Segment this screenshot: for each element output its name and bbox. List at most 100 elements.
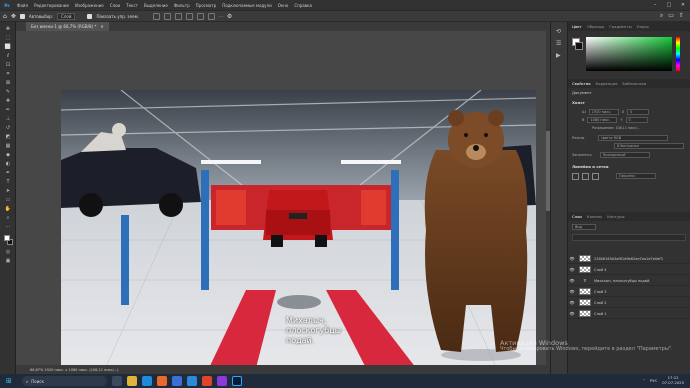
visibility-eye-icon[interactable]: 👁: [568, 267, 576, 272]
menu-plugins[interactable]: Подключаемые модули: [219, 3, 275, 8]
store-icon[interactable]: [172, 376, 182, 386]
visibility-eye-icon[interactable]: 👁: [568, 311, 576, 316]
properties-panel-icon[interactable]: ☰: [556, 40, 561, 47]
height-field[interactable]: 1080 пикс.: [587, 117, 618, 123]
tab-color[interactable]: Цвет: [572, 24, 582, 29]
brush-tool-icon[interactable]: ✏: [4, 106, 12, 113]
layer-row[interactable]: 👁 Слой 1: [568, 309, 690, 319]
clone-stamp-icon[interactable]: ⊥: [4, 115, 12, 122]
hue-slider[interactable]: [676, 37, 680, 71]
document-tab[interactable]: Без имени-1 @ 66,7% (RGB/8) * ✕: [26, 22, 109, 31]
auto-select-dropdown[interactable]: Слой: [57, 12, 76, 20]
actions-panel-icon[interactable]: ▶: [556, 52, 561, 59]
y-field[interactable]: 0: [625, 117, 648, 123]
edge-icon[interactable]: [142, 376, 152, 386]
tab-channels[interactable]: Каналы: [587, 214, 602, 219]
visibility-eye-icon[interactable]: 👁: [568, 300, 576, 305]
menu-layers[interactable]: Слои: [107, 3, 123, 8]
artboard-tool-icon[interactable]: ⬚: [4, 34, 12, 41]
menu-edit[interactable]: Редактирование: [31, 3, 72, 8]
crop-tool-icon[interactable]: ⌗: [4, 70, 12, 77]
tab-gradients[interactable]: Градиенты: [609, 24, 631, 29]
menu-type[interactable]: Текст: [123, 3, 141, 8]
move-tool-icon[interactable]: ✥: [4, 25, 12, 32]
visibility-eye-icon[interactable]: 👁: [568, 256, 576, 261]
menu-view[interactable]: Просмотр: [193, 3, 220, 8]
chevron-up-icon[interactable]: ˄: [643, 378, 645, 383]
windows-start-icon[interactable]: ⊞: [6, 377, 12, 385]
more-tools-icon[interactable]: ⋯: [4, 223, 12, 230]
layer-filter-dropdown[interactable]: Вид: [572, 224, 596, 230]
menu-help[interactable]: Справка: [291, 3, 315, 8]
align-bottom-icon[interactable]: [207, 12, 215, 20]
object-select-icon[interactable]: ⊡: [4, 61, 12, 68]
fill-dropdown[interactable]: Прозрачный: [599, 152, 650, 158]
chrome-icon[interactable]: [202, 376, 212, 386]
color-picker-field[interactable]: [586, 37, 672, 71]
mail-icon[interactable]: [187, 376, 197, 386]
history-brush-icon[interactable]: ↺: [4, 124, 12, 131]
quick-mask-icon[interactable]: ◎: [4, 248, 12, 255]
menu-image[interactable]: Изображение: [72, 3, 107, 8]
eyedropper-tool-icon[interactable]: ✎: [4, 88, 12, 95]
photoshop-taskbar-icon[interactable]: [232, 376, 242, 386]
close-icon[interactable]: ✕: [676, 0, 690, 10]
lasso-tool-icon[interactable]: ℓ: [4, 52, 12, 59]
clock[interactable]: 17:12 07.07.2025: [662, 375, 684, 385]
document-canvas[interactable]: Михалыч, плоскогубцы подай.: [61, 90, 536, 378]
workspace-icon[interactable]: ▭: [668, 12, 674, 20]
marquee-tool-icon[interactable]: ⬜: [4, 43, 12, 50]
zoom-tool-icon[interactable]: ⌕: [4, 214, 12, 221]
ruler-icon[interactable]: [572, 173, 579, 180]
shape-tool-icon[interactable]: ▭: [4, 196, 12, 203]
task-view-icon[interactable]: [112, 376, 122, 386]
show-controls-checkbox[interactable]: [87, 13, 93, 19]
align-center-icon[interactable]: [163, 12, 171, 20]
history-panel-icon[interactable]: ⟲: [556, 28, 561, 35]
menu-window[interactable]: Окно: [275, 3, 292, 8]
width-field[interactable]: 1920 пикс.: [588, 109, 619, 115]
layer-row[interactable]: 👁 Слой 2: [568, 298, 690, 308]
share-icon[interactable]: ⇧: [679, 12, 684, 20]
language-indicator[interactable]: РУС: [650, 378, 657, 383]
dodge-tool-icon[interactable]: ◐: [4, 160, 12, 167]
tab-patterns[interactable]: Узоры: [637, 24, 649, 29]
screen-mode-icon[interactable]: ▣: [4, 257, 12, 264]
search-icon[interactable]: ⌕: [660, 12, 663, 20]
pen-tool-icon[interactable]: ✒: [4, 169, 12, 176]
file-explorer-icon[interactable]: [127, 376, 137, 386]
visibility-eye-icon[interactable]: 👁: [568, 278, 576, 283]
align-left-icon[interactable]: [152, 12, 160, 20]
frame-tool-icon[interactable]: ⊠: [4, 79, 12, 86]
align-middle-icon[interactable]: [196, 12, 204, 20]
hand-tool-icon[interactable]: ✋: [4, 205, 12, 212]
caption-text-layer[interactable]: Михалыч, плоскогубцы подай.: [286, 316, 341, 346]
tab-paths[interactable]: Контуры: [607, 214, 624, 219]
gradient-tool-icon[interactable]: ▦: [4, 142, 12, 149]
color-bg-swatch[interactable]: [575, 42, 583, 50]
guides-icon[interactable]: [592, 173, 599, 180]
units-dropdown[interactable]: Пиксели: [616, 173, 656, 179]
auto-select-checkbox[interactable]: [19, 13, 25, 19]
blur-tool-icon[interactable]: ◆: [4, 151, 12, 158]
tab-adjustments[interactable]: Коррекция: [596, 81, 618, 86]
type-tool-icon[interactable]: T: [4, 178, 12, 185]
minimize-icon[interactable]: –: [648, 0, 662, 10]
grid-icon[interactable]: [582, 173, 589, 180]
align-top-icon[interactable]: [185, 12, 193, 20]
3d-mode-icon[interactable]: ⚙: [227, 13, 232, 20]
mode-dropdown[interactable]: Цвета RGB: [598, 135, 669, 141]
menu-file[interactable]: Файл: [14, 3, 31, 8]
taskbar-search[interactable]: ⌕ Поиск: [22, 376, 107, 386]
align-right-icon[interactable]: [174, 12, 182, 20]
firefox-icon[interactable]: [157, 376, 167, 386]
tab-properties[interactable]: Свойства: [572, 81, 591, 86]
more-options-icon[interactable]: ⋯: [219, 14, 223, 19]
depth-dropdown[interactable]: 8 бит/канал: [614, 143, 684, 149]
menu-filter[interactable]: Фильтр: [171, 3, 193, 8]
layer-row[interactable]: 👁 Слой 4: [568, 265, 690, 275]
move-tool-icon[interactable]: ✥: [11, 13, 16, 20]
visibility-eye-icon[interactable]: 👁: [568, 289, 576, 294]
home-icon[interactable]: ⌂: [3, 13, 7, 20]
tab-libraries[interactable]: Библиотеки: [622, 81, 646, 86]
